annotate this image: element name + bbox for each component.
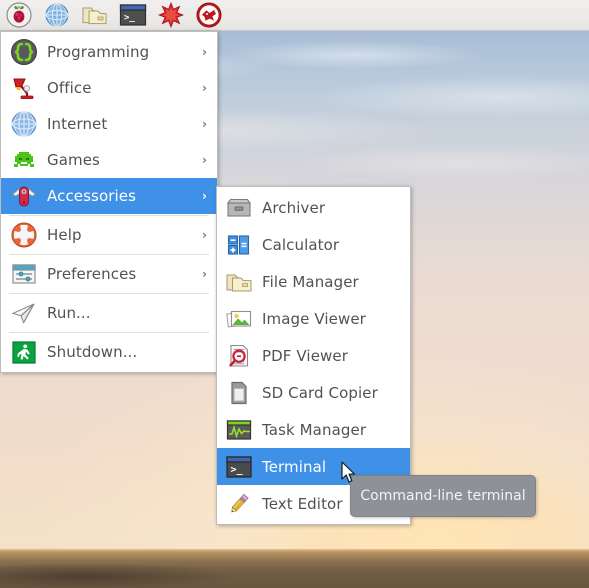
raspberry-icon [6,2,32,28]
main-menu: Programming › Office › Internet › Games … [0,31,218,373]
folder-icon [81,2,109,28]
menu-item-programming[interactable]: Programming › [1,34,217,70]
braces-icon [9,37,39,67]
tooltip-text: Command-line terminal [360,488,526,504]
globe-icon [44,2,70,28]
menu-item-label: Accessories [47,187,137,205]
task-monitor-icon [224,415,254,445]
chevron-right-icon: › [202,189,207,203]
menu-separator [9,293,209,294]
calculator-icon [224,230,254,260]
menu-item-label: Games [47,151,100,169]
submenu-item-label: Calculator [262,235,340,254]
mathematica-button[interactable] [152,0,190,31]
submenu-item-calculator[interactable]: Calculator [217,226,410,263]
menu-item-label: Office [47,79,92,97]
pdf-magnifier-icon [224,341,254,371]
svg-text:>_: >_ [231,464,244,475]
wallpaper-ground-shadow [0,558,330,588]
sliders-icon [9,259,39,289]
pencil-icon [224,489,254,519]
archive-box-icon [224,193,254,223]
globe-icon [9,109,39,139]
menu-item-label: Preferences [47,265,137,283]
menu-item-label: Shutdown... [47,343,138,361]
menu-separator [9,254,209,255]
menu-item-games[interactable]: Games › [1,142,217,178]
web-browser-button[interactable] [38,0,76,31]
swiss-knife-icon [9,181,39,211]
chevron-right-icon: › [202,45,207,59]
menu-item-label: Help [47,226,82,244]
wolfram-button[interactable] [190,0,228,31]
desktop-root: >_ Programming › Office › Internet › Gam… [0,0,589,588]
starburst-icon [158,2,184,28]
wolfram-icon [196,2,222,28]
submenu-item-archiver[interactable]: Archiver [217,189,410,226]
menu-item-label: Internet [47,115,108,133]
terminal-icon: >_ [119,3,147,27]
submenu-item-label: SD Card Copier [262,383,378,402]
sd-card-icon [224,378,254,408]
chevron-right-icon: › [202,117,207,131]
submenu-item-image-viewer[interactable]: Image Viewer [217,300,410,337]
menu-item-internet[interactable]: Internet › [1,106,217,142]
submenu-item-sd-card-copier[interactable]: SD Card Copier [217,374,410,411]
chevron-right-icon: › [202,81,207,95]
svg-text:>_: >_ [124,13,135,23]
menu-item-help[interactable]: Help › [1,217,217,253]
chevron-right-icon: › [202,228,207,242]
raspberry-menu-button[interactable] [0,0,38,31]
terminal-icon: >_ [224,452,254,482]
menu-separator [9,332,209,333]
menu-separator [9,215,209,216]
tooltip: Command-line terminal [350,475,536,517]
folder-icon [224,267,254,297]
menu-item-accessories[interactable]: Accessories › [1,178,217,214]
menu-item-run[interactable]: Run... [1,295,217,331]
submenu-item-label: Task Manager [262,420,367,439]
lifebuoy-icon [9,220,39,250]
submenu-item-label: File Manager [262,272,359,291]
space-invader-icon [9,145,39,175]
submenu-item-label: Terminal [262,457,327,476]
submenu-item-file-manager[interactable]: File Manager [217,263,410,300]
file-manager-button[interactable] [76,0,114,31]
submenu-item-label: Image Viewer [262,309,366,328]
submenu-item-task-manager[interactable]: Task Manager [217,411,410,448]
exit-runner-icon [9,337,39,367]
photo-icon [224,304,254,334]
submenu-item-label: PDF Viewer [262,346,348,365]
submenu-item-label: Archiver [262,198,326,217]
submenu-item-pdf-viewer[interactable]: PDF Viewer [217,337,410,374]
menu-item-shutdown[interactable]: Shutdown... [1,334,217,370]
menu-item-label: Run... [47,304,91,322]
paper-plane-icon [9,298,39,328]
taskbar-panel: >_ [0,0,589,31]
menu-item-office[interactable]: Office › [1,70,217,106]
terminal-button[interactable]: >_ [114,0,152,31]
menu-item-label: Programming [47,43,150,61]
desk-lamp-icon [9,73,39,103]
chevron-right-icon: › [202,153,207,167]
chevron-right-icon: › [202,267,207,281]
menu-item-preferences[interactable]: Preferences › [1,256,217,292]
